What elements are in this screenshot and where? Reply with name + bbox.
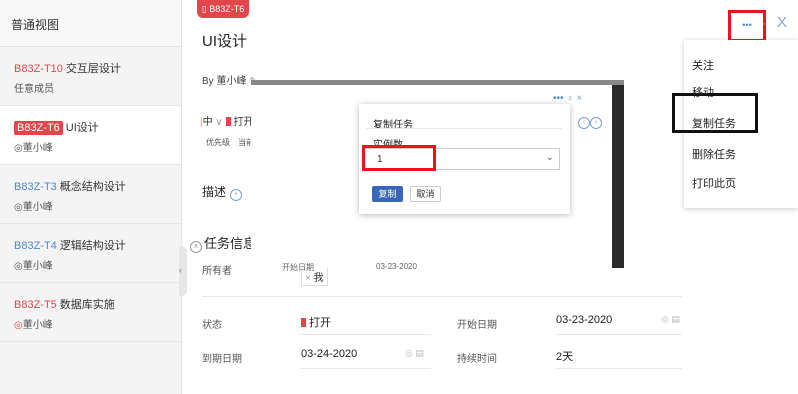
priority-label: 优先级: [206, 138, 230, 147]
status-field[interactable]: 打开: [301, 314, 331, 330]
task-assignee: 董小峰: [22, 202, 53, 213]
author-text: By 董小峰: [202, 76, 247, 87]
owner-label: 所有者: [202, 266, 232, 277]
user-icon: ◎: [14, 143, 23, 154]
highlight-copy-task: [672, 93, 758, 133]
chevron-left-icon: ‹: [179, 265, 182, 275]
view-header[interactable]: 普通视图: [0, 0, 181, 47]
task-list-item-active[interactable]: B83Z-T6 UI设计 ◎董小峰: [0, 106, 181, 165]
user-icon: ◎: [14, 202, 23, 213]
overlay-header-icons: ••• ♁ ×: [553, 93, 583, 104]
start-date-fragment: 03-23-2020: [376, 262, 417, 271]
task-list-item[interactable]: B83Z-T5 数据库实施 ◎董小峰: [0, 283, 181, 342]
priority-value: 中: [202, 117, 213, 128]
task-title[interactable]: UI设计: [202, 30, 247, 51]
divider: [301, 368, 431, 369]
start-label-fragment: 开始日期: [282, 263, 314, 272]
remove-icon[interactable]: ×: [305, 273, 314, 284]
menu-item-follow[interactable]: 关注: [692, 57, 714, 73]
task-name: 逻辑结构设计: [59, 240, 126, 252]
add-circle-icon[interactable]: +: [230, 189, 243, 201]
task-assignee: 董小峰: [22, 143, 53, 154]
user-icon: ◎: [14, 261, 23, 272]
task-info-title: 任务信息: [204, 236, 257, 251]
task-code: B83Z-T3: [14, 181, 57, 193]
task-info-heading[interactable]: ∧ 任务信息: [190, 233, 256, 253]
status-icon: [301, 318, 306, 327]
task-name: 概念结构设计: [59, 181, 126, 193]
status-value: 打开: [309, 317, 331, 329]
task-assignee: 董小峰: [22, 261, 53, 272]
due-date-value[interactable]: 03-24-2020: [301, 348, 357, 360]
task-code-tag: ▯ B83Z-T6: [197, 0, 249, 18]
divider: [556, 368, 682, 369]
priority-select[interactable]: |中 ∨ 打开: [200, 113, 254, 128]
menu-item-delete-task[interactable]: 删除任务: [692, 146, 736, 162]
task-code: B83Z-T10: [14, 63, 63, 75]
collapse-handle[interactable]: ‹: [179, 246, 187, 296]
user-icon: ◎: [14, 320, 23, 331]
duration-label: 持续时间: [457, 354, 497, 365]
task-assignee: 任意成员: [14, 84, 54, 95]
menu-item-print[interactable]: 打印此页: [692, 175, 736, 191]
calendar-icon[interactable]: ◎ ▤: [405, 348, 424, 359]
task-name: 交互层设计: [65, 63, 121, 75]
status-label: 状态: [202, 320, 222, 331]
task-list-item[interactable]: B83Z-T3 概念结构设计 ◎董小峰: [0, 165, 181, 224]
describe-label: 描述: [202, 185, 227, 199]
divider: [366, 128, 562, 129]
calendar-icon[interactable]: ◎ ▤: [661, 314, 680, 325]
divider: [301, 334, 431, 335]
task-author: By 董小峰 ✎: [202, 72, 258, 87]
describe-section[interactable]: 描述 +: [202, 183, 243, 201]
divider: [556, 334, 682, 335]
owner-value: 我: [313, 273, 324, 284]
chevron-down-icon: ⌄: [545, 152, 554, 163]
task-code: B83Z-T6: [14, 121, 63, 135]
copy-confirm-button[interactable]: 复制: [372, 186, 403, 202]
task-code: B83Z-T5: [14, 299, 57, 311]
more-options-icon[interactable]: •••: [738, 16, 756, 34]
due-date-label: 到期日期: [202, 354, 242, 365]
start-date-value[interactable]: 03-23-2020: [556, 314, 612, 326]
chevron-down-icon: ∨: [212, 117, 226, 128]
task-assignee: 董小峰: [22, 320, 53, 331]
divider: [202, 296, 682, 297]
collapse-circle-icon[interactable]: ∧: [190, 241, 202, 253]
task-list-item[interactable]: B83Z-T4 逻辑结构设计 ◎董小峰: [0, 224, 181, 283]
start-date-label: 开始日期: [457, 320, 497, 331]
overlay-nav-arrows: ‹ ›: [578, 115, 602, 129]
duration-value[interactable]: 2天: [556, 348, 573, 364]
task-name: 数据库实施: [59, 299, 115, 311]
highlight-instance-field: [362, 145, 436, 171]
separator-icon: ·: [762, 18, 766, 30]
overlay-scrollbar: [612, 85, 624, 268]
task-name: UI设计: [65, 122, 99, 134]
task-list-item[interactable]: B83Z-T10 交互层设计 任意成员: [0, 47, 181, 106]
view-title: 普通视图: [11, 18, 60, 32]
cancel-button[interactable]: 取消: [410, 186, 441, 202]
task-code: B83Z-T4: [14, 240, 57, 252]
task-code-text: B83Z-T6: [209, 4, 245, 14]
status-icon: [225, 117, 231, 126]
close-icon[interactable]: X: [777, 14, 787, 31]
